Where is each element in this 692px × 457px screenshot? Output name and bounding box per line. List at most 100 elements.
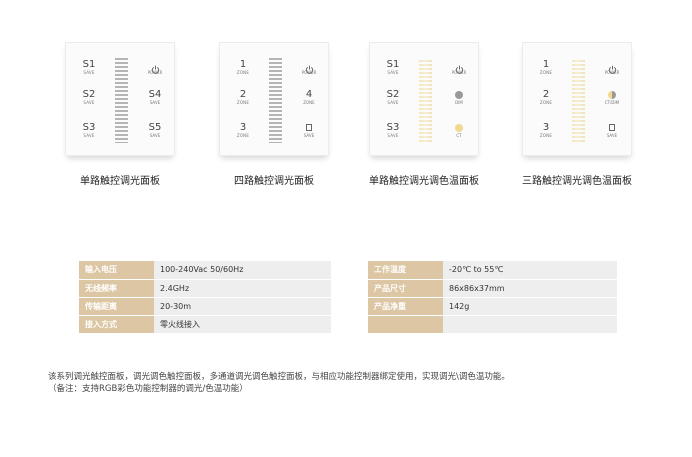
spec-value: 2.4GHz	[154, 279, 331, 298]
spec-row: 接入方式 零火线接入	[79, 315, 331, 334]
spec-row: 产品尺寸 86x86x37mm	[368, 279, 617, 298]
spec-key: 无线频率	[79, 279, 154, 298]
power-button[interactable]: POWER	[446, 59, 472, 76]
key-label: 1	[542, 59, 550, 70]
description-line-2: （备注：支持RGB彩色功能控制器的调光/色温功能）	[48, 384, 248, 394]
spec-key: 传输距离	[79, 297, 154, 316]
key-sublabel: POWER	[147, 70, 163, 75]
description-line-1: 该系列调光触控面板，调光调色触控面板，多通道调光调色触控面板，与相应功能控制器绑…	[48, 372, 510, 382]
key-button[interactable]: 4 ZONE	[296, 89, 322, 106]
key-sublabel: SAVE	[83, 100, 95, 105]
key-sublabel: SAVE	[387, 100, 399, 105]
key-sublabel: DIM	[455, 100, 463, 105]
spec-key	[368, 315, 443, 334]
key-sublabel: POWER	[301, 70, 317, 75]
key-button[interactable]: CT/DIM	[599, 89, 625, 106]
indicator-dot-icon	[455, 124, 463, 132]
key-sublabel: SAVE	[387, 70, 399, 75]
key-label: S3	[386, 122, 400, 133]
key-sublabel: SAVE	[83, 70, 95, 75]
key-button[interactable]: S1 SAVE	[380, 59, 406, 76]
save-button[interactable]: SAVE	[296, 122, 322, 139]
spec-value: 142g	[443, 297, 617, 316]
caption-four-zone-dimmer: 四路触控调光面板	[234, 176, 314, 187]
spec-value: 零火线接入	[154, 315, 331, 334]
spec-key: 产品净重	[368, 297, 443, 316]
key-sublabel: CT/DIM	[604, 100, 620, 105]
power-button[interactable]: POWER	[296, 59, 322, 76]
key-button[interactable]: CT	[446, 122, 472, 139]
panel-single-ct-dimmer: S1 SAVE S2 SAVE S3 SAVE POWER DIM CT	[369, 42, 479, 156]
key-sublabel: ZONE	[236, 133, 250, 138]
panel-four-zone-dimmer: 1 ZONE 2 ZONE 3 ZONE POWER 4 ZONE SAVE	[219, 42, 329, 156]
key-sublabel: SAVE	[387, 133, 399, 138]
caption-single-ct-dimmer: 单路触控调光调色温面板	[369, 176, 479, 187]
key-label: 3	[542, 122, 550, 133]
indicator-dot-icon	[455, 91, 463, 99]
key-button[interactable]: S1 SAVE	[76, 59, 102, 76]
key-sublabel: SAVE	[606, 133, 618, 138]
key-button[interactable]: S3 SAVE	[76, 122, 102, 139]
key-button[interactable]: S2 SAVE	[76, 89, 102, 106]
power-icon	[599, 59, 625, 74]
key-sublabel: ZONE	[236, 100, 250, 105]
spec-key: 接入方式	[79, 315, 154, 334]
key-label: S1	[82, 59, 96, 70]
ct-dim-icon	[608, 91, 616, 99]
key-label: S2	[386, 89, 400, 100]
key-sublabel: ZONE	[236, 70, 250, 75]
spec-row	[368, 315, 617, 334]
spec-key: 输入电压	[79, 261, 154, 280]
dimming-slider[interactable]	[419, 58, 432, 143]
key-button[interactable]: S2 SAVE	[380, 89, 406, 106]
spec-row: 传输距离 20-30m	[79, 297, 331, 316]
power-button[interactable]: POWER	[599, 59, 625, 76]
key-label: S1	[386, 59, 400, 70]
caption-single-dimmer: 单路触控调光面板	[80, 176, 160, 187]
key-label: S3	[82, 122, 96, 133]
spec-key: 工作温度	[368, 261, 443, 280]
key-sublabel: ZONE	[539, 133, 553, 138]
key-button[interactable]: 2 ZONE	[230, 89, 256, 106]
key-label: 2	[542, 89, 550, 100]
key-sublabel: SAVE	[149, 133, 161, 138]
save-button[interactable]: SAVE	[599, 122, 625, 139]
spec-value: 20-30m	[154, 297, 331, 316]
save-icon	[306, 124, 312, 131]
key-sublabel: POWER	[604, 70, 620, 75]
spec-value: -20℃ to 55℃	[443, 261, 617, 280]
dimming-slider[interactable]	[572, 58, 585, 143]
dimming-slider[interactable]	[269, 58, 282, 143]
key-sublabel: SAVE	[149, 100, 161, 105]
key-label: S4	[148, 89, 162, 100]
key-button[interactable]: DIM	[446, 89, 472, 106]
caption-three-zone-ct-dimmer: 三路触控调光调色温面板	[522, 176, 632, 187]
key-button[interactable]: 1 ZONE	[533, 59, 559, 76]
key-sublabel: SAVE	[303, 133, 315, 138]
key-sublabel: CT	[456, 133, 462, 138]
key-sublabel: ZONE	[303, 100, 315, 105]
key-button[interactable]: 1 ZONE	[230, 59, 256, 76]
key-button[interactable]: 2 ZONE	[533, 89, 559, 106]
dimming-slider[interactable]	[115, 58, 128, 143]
power-button[interactable]: POWER	[142, 59, 168, 76]
key-button[interactable]: 3 ZONE	[230, 122, 256, 139]
spec-row: 输入电压 100-240Vac 50/60Hz	[79, 261, 331, 280]
key-button[interactable]: S4 SAVE	[142, 89, 168, 106]
key-label: 4	[305, 89, 313, 100]
key-button[interactable]: S5 SAVE	[142, 122, 168, 139]
key-label: S5	[148, 122, 162, 133]
key-button[interactable]: S3 SAVE	[380, 122, 406, 139]
spec-key: 产品尺寸	[368, 279, 443, 298]
spec-value: 86x86x37mm	[443, 279, 617, 298]
power-icon	[296, 59, 322, 74]
spec-row: 产品净重 142g	[368, 297, 617, 316]
key-button[interactable]: 3 ZONE	[533, 122, 559, 139]
save-icon	[609, 124, 615, 131]
key-sublabel: ZONE	[539, 100, 553, 105]
key-sublabel: SAVE	[83, 133, 95, 138]
key-sublabel: ZONE	[539, 70, 553, 75]
spec-table-right: 工作温度 -20℃ to 55℃ 产品尺寸 86x86x37mm 产品净重 14…	[368, 261, 617, 334]
spec-value	[443, 315, 617, 334]
power-icon	[142, 59, 168, 74]
